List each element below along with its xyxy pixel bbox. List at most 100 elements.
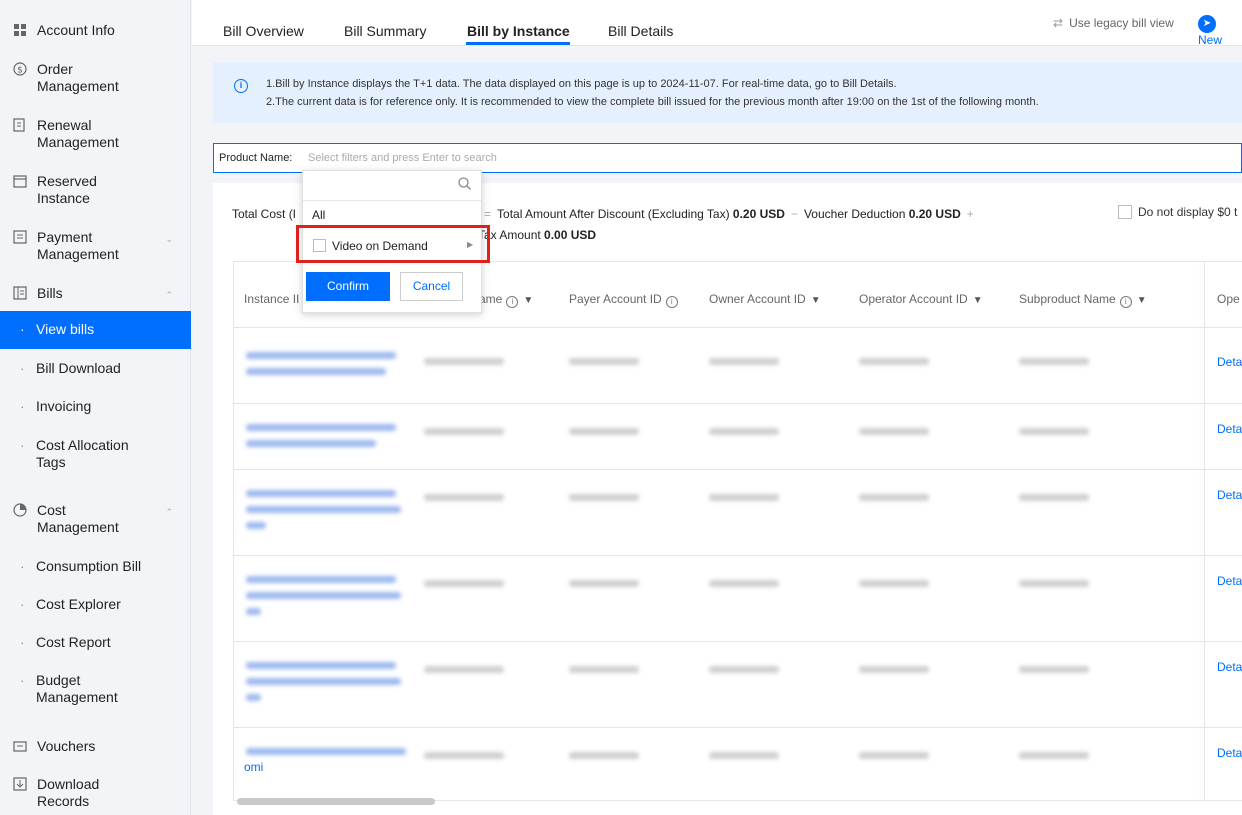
horizontal-scrollbar[interactable] [237, 798, 435, 805]
info-icon[interactable]: i [506, 296, 519, 308]
tab-bill-summary[interactable]: Bill Summary [344, 23, 426, 39]
sidebar-item-label: Order Management [37, 61, 119, 94]
dropdown-search-input[interactable] [303, 171, 481, 201]
bullet-icon: · [20, 437, 25, 453]
sidebar-item-cost-allocation-tags[interactable]: · Cost Allocation Tags [0, 437, 150, 471]
chevron-up-icon: ⌃ [165, 507, 173, 517]
highlight-box [296, 225, 490, 263]
sidebar: Account Info $ Order Management Renewal … [0, 0, 191, 815]
info-icon[interactable]: i [1119, 296, 1132, 308]
voucher-icon [13, 739, 27, 753]
details-link[interactable]: Deta [1217, 488, 1242, 502]
voucher-value: 0.20 USD [908, 207, 961, 221]
filter-icon[interactable]: ▼ [811, 295, 821, 306]
download-icon [13, 777, 27, 791]
sidebar-item-label: Vouchers [37, 738, 96, 754]
table-row: Deta [234, 404, 1242, 470]
sidebar-item-cost-report[interactable]: · Cost Report [0, 634, 191, 651]
active-tab-indicator [466, 42, 570, 45]
sidebar-item-bills[interactable]: Bills ⌃ [0, 285, 191, 302]
sidebar-item-budget-management[interactable]: · Budget Management [0, 672, 150, 706]
info-icon: i [234, 79, 248, 93]
after-discount-value: 0.20 USD [732, 207, 785, 221]
sidebar-item-bill-download[interactable]: · Bill Download [0, 360, 191, 377]
checkbox[interactable] [1118, 205, 1132, 219]
bullet-icon: · [20, 360, 25, 376]
sidebar-item-view-bills[interactable]: · View bills [0, 311, 191, 349]
table-row: Deta [234, 556, 1242, 642]
bullet-icon: · [20, 596, 25, 612]
table-row: Deta [234, 328, 1242, 404]
tab-bill-details[interactable]: Bill Details [608, 23, 673, 39]
tax-value: 0.00 USD [544, 228, 597, 242]
sidebar-item-cost-management[interactable]: Cost Management ⌃ [0, 502, 191, 536]
sidebar-item-cost-explorer[interactable]: · Cost Explorer [0, 596, 191, 613]
bill-icon [13, 286, 27, 300]
bullet-icon: · [20, 634, 25, 650]
instance-bill-table: Instance II ame i ▼ Payer Account ID i Owne… [233, 261, 1242, 801]
details-link[interactable]: Deta [1217, 422, 1242, 436]
cancel-button[interactable]: Cancel [400, 272, 463, 301]
legacy-view-link[interactable]: ⇄ Use legacy bill view [1053, 16, 1174, 30]
grid-icon [13, 23, 27, 37]
sidebar-item-vouchers[interactable]: Vouchers [0, 738, 191, 755]
table-row: Deta [234, 470, 1242, 556]
tax-line: Tax Amount 0.00 USD [478, 228, 597, 242]
table-row: omi Deta [234, 728, 1242, 800]
sidebar-item-payment-management[interactable]: Payment Management ⌄ [0, 229, 191, 263]
dollar-circle-icon: $ [13, 62, 27, 76]
sidebar-item-label: Account Info [37, 22, 115, 38]
sidebar-item-label: Bills [37, 285, 63, 301]
details-link[interactable]: Deta [1217, 574, 1242, 588]
col-product-name[interactable]: ame i ▼ [479, 292, 533, 308]
filter-label: Product Name: [219, 152, 293, 164]
filter-icon[interactable]: ▼ [1137, 295, 1147, 306]
option-all[interactable]: All [312, 208, 325, 222]
details-link[interactable]: Deta [1217, 746, 1242, 760]
product-name-filter[interactable]: Product Name: Select filters and press E… [213, 143, 1242, 173]
new-view-button[interactable]: ➤New [1198, 15, 1242, 47]
sidebar-item-renewal-management[interactable]: Renewal Management [0, 117, 191, 151]
search-icon[interactable] [458, 177, 471, 193]
col-subproduct-name[interactable]: Subproduct Name i ▼ [1019, 292, 1147, 308]
sidebar-item-invoicing[interactable]: · Invoicing [0, 398, 191, 415]
chevron-up-icon: ⌃ [165, 290, 173, 300]
sidebar-item-order-management[interactable]: $ Order Management [0, 61, 191, 95]
bullet-icon: · [20, 672, 25, 688]
filter-icon[interactable]: ▼ [523, 295, 533, 306]
sidebar-item-label: Reserved Instance [37, 173, 97, 206]
info-banner: i 1.Bill by Instance displays the T+1 da… [213, 62, 1242, 123]
switch-icon: ⇄ [1053, 16, 1064, 30]
col-operation: Ope [1217, 292, 1240, 306]
col-operator-account-id[interactable]: Operator Account ID ▼ [859, 292, 983, 306]
sidebar-item-label: Download Records [37, 776, 100, 809]
bullet-icon: · [20, 321, 25, 337]
col-owner-account-id[interactable]: Owner Account ID ▼ [709, 292, 821, 306]
compass-icon: ➤ [1198, 15, 1216, 33]
sidebar-item-account-info[interactable]: Account Info [0, 22, 191, 39]
chevron-down-icon: ⌄ [165, 234, 173, 244]
bullet-icon: · [20, 398, 25, 414]
col-payer-account-id: Payer Account ID i [569, 292, 678, 308]
sidebar-item-label: Cost Management [37, 502, 119, 535]
filter-icon[interactable]: ▼ [973, 295, 983, 306]
instance-link-fragment[interactable]: omi [244, 760, 263, 774]
svg-text:$: $ [17, 66, 23, 76]
sidebar-item-consumption-bill[interactable]: · Consumption Bill [0, 558, 191, 575]
tab-bill-overview[interactable]: Bill Overview [223, 23, 304, 39]
tab-bar: Bill Overview Bill Summary Bill by Insta… [192, 0, 1242, 47]
cost-summary-line: = Total Amount After Discount (Excluding … [484, 207, 974, 221]
banner-line-1: 1.Bill by Instance displays the T+1 data… [266, 78, 897, 90]
sidebar-item-download-records[interactable]: Download Records [0, 776, 191, 810]
confirm-button[interactable]: Confirm [306, 272, 390, 301]
banner-line-2: 2.The current data is for reference only… [266, 96, 1039, 108]
details-link[interactable]: Deta [1217, 355, 1242, 369]
sidebar-item-reserved-instance[interactable]: Reserved Instance [0, 173, 191, 207]
hide-zero-checkbox[interactable]: Do not display $0 t [1118, 205, 1237, 219]
info-icon[interactable]: i [665, 296, 678, 308]
total-cost-label: Total Cost (I [232, 207, 297, 221]
tab-bill-by-instance[interactable]: Bill by Instance [467, 23, 570, 39]
payment-icon [13, 230, 27, 244]
filter-input[interactable]: Select filters and press Enter to search [308, 152, 497, 164]
details-link[interactable]: Deta [1217, 660, 1242, 674]
